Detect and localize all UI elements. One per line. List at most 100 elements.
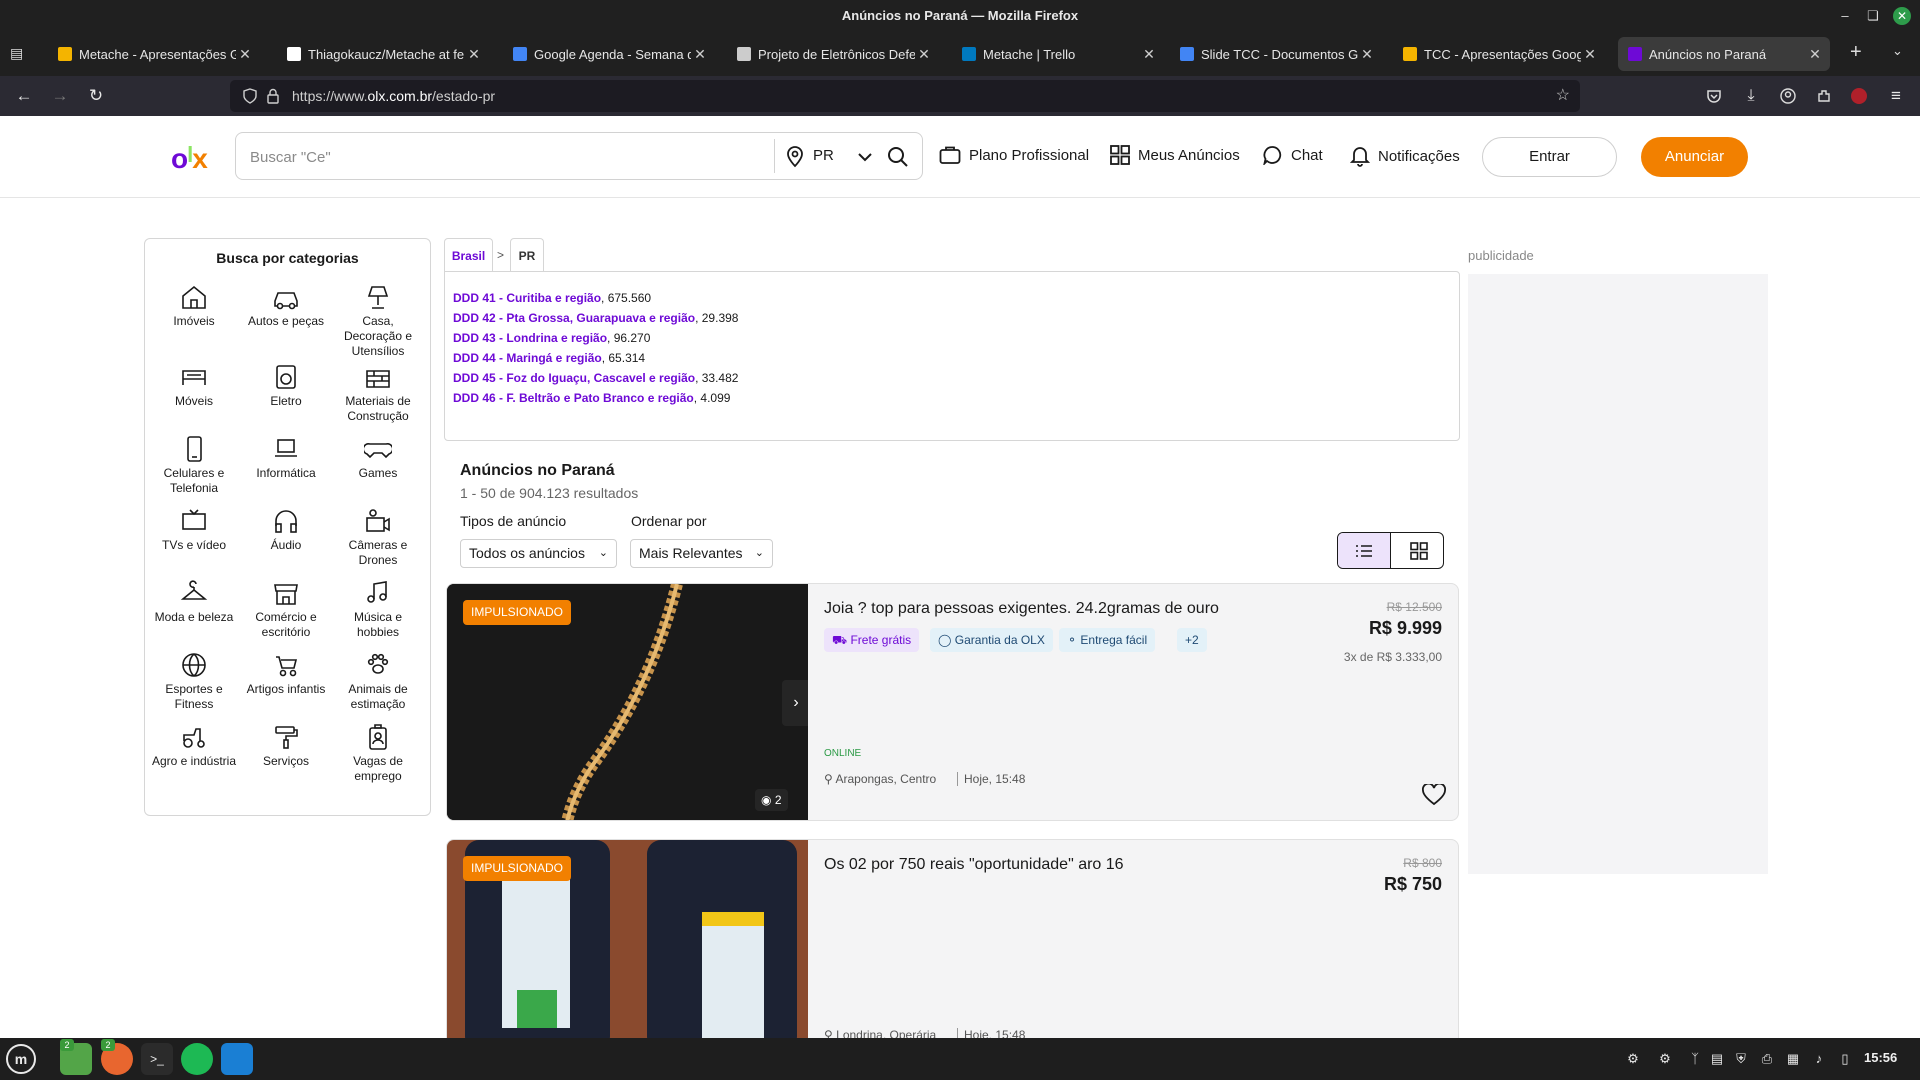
shield-icon[interactable] bbox=[242, 88, 258, 104]
network-icon[interactable]: ▦ bbox=[1784, 1050, 1802, 1068]
terminal-app-icon[interactable]: >_ bbox=[141, 1043, 173, 1075]
location-pin-icon[interactable] bbox=[786, 146, 804, 168]
meus-anuncios-link[interactable]: Meus Anúncios bbox=[1110, 145, 1240, 165]
category-item[interactable]: Imóveis bbox=[148, 283, 240, 329]
tab-1[interactable]: Metache - Apresentações G ✕ bbox=[48, 37, 260, 71]
favorite-heart-icon[interactable] bbox=[1422, 784, 1446, 806]
vscode-app-icon[interactable] bbox=[221, 1043, 253, 1075]
category-item[interactable]: Casa, Decoração e Utensílios bbox=[332, 283, 424, 359]
forward-button[interactable]: → bbox=[46, 82, 74, 110]
category-item[interactable]: Materiais de Construção bbox=[332, 363, 424, 424]
downloads-icon[interactable]: ⤓ bbox=[1737, 82, 1765, 110]
tab-close-icon[interactable]: ✕ bbox=[465, 46, 483, 63]
ordenar-select[interactable]: Mais Relevantes ⌄ bbox=[630, 539, 773, 568]
minimize-button[interactable]: – bbox=[1832, 0, 1858, 32]
category-item[interactable]: Música e hobbies bbox=[332, 579, 424, 640]
tab-7[interactable]: TCC - Apresentações Google ✕ bbox=[1393, 37, 1605, 71]
category-item[interactable]: Autos e peças bbox=[240, 283, 332, 329]
new-tab-button[interactable]: + bbox=[1850, 41, 1862, 64]
tipos-select[interactable]: Todos os anúncios ⌄ bbox=[460, 539, 617, 568]
back-button[interactable]: ← bbox=[10, 82, 38, 110]
tab-overview-icon[interactable]: ▤ bbox=[10, 45, 30, 63]
tab-close-icon[interactable]: ✕ bbox=[691, 46, 709, 63]
list-tabs-icon[interactable]: ⌄ bbox=[1892, 43, 1903, 59]
ddd-link[interactable]: DDD 43 - Londrina e região bbox=[453, 331, 607, 345]
spotify-app-icon[interactable] bbox=[181, 1043, 213, 1075]
tab-close-icon[interactable]: ✕ bbox=[915, 46, 933, 63]
anunciar-button[interactable]: Anunciar bbox=[1641, 137, 1748, 177]
breadcrumb-pr[interactable]: PR bbox=[510, 238, 544, 272]
close-window-button[interactable]: ✕ bbox=[1893, 7, 1911, 25]
notificacoes-link[interactable]: Notificações bbox=[1350, 145, 1460, 167]
steam-tray-icon[interactable]: ⚙ bbox=[1624, 1050, 1642, 1068]
category-item[interactable]: Moda e beleza bbox=[148, 579, 240, 625]
tab-2[interactable]: Thiagokaucz/Metache at fe ✕ bbox=[277, 37, 489, 71]
volume-icon[interactable]: ♪ bbox=[1810, 1050, 1828, 1068]
chat-link[interactable]: Chat bbox=[1263, 145, 1323, 165]
bookmark-star-icon[interactable]: ☆ bbox=[1556, 80, 1570, 112]
ddd-link[interactable]: DDD 45 - Foz do Iguaçu, Cascavel e regiã… bbox=[453, 371, 695, 385]
printer-icon[interactable]: ⎙ bbox=[1758, 1050, 1776, 1068]
shield-tray-icon[interactable]: ⛨ bbox=[1732, 1050, 1750, 1068]
listing-image[interactable]: IMPULSIONADO › ◉ 2 bbox=[447, 584, 808, 820]
plano-profissional-link[interactable]: Plano Profissional bbox=[939, 145, 1089, 165]
search-icon[interactable] bbox=[887, 146, 909, 168]
tab-close-icon[interactable]: ✕ bbox=[236, 46, 254, 63]
olx-logo[interactable]: olx bbox=[171, 142, 208, 175]
category-item[interactable]: Serviços bbox=[240, 723, 332, 769]
extensions-icon[interactable] bbox=[1816, 88, 1832, 104]
category-item[interactable]: Móveis bbox=[148, 363, 240, 409]
extension-badge-icon[interactable] bbox=[1851, 88, 1867, 104]
tab-6[interactable]: Slide TCC - Documentos Goo ✕ bbox=[1170, 37, 1382, 71]
next-photo-button[interactable]: › bbox=[782, 680, 808, 726]
url-text[interactable]: https://www.olx.com.br/estado-pr bbox=[292, 80, 495, 112]
lock-icon[interactable] bbox=[266, 88, 280, 104]
category-item[interactable]: Câmeras e Drones bbox=[332, 507, 424, 568]
listing-title[interactable]: Joia ? top para pessoas exigentes. 24.2g… bbox=[824, 600, 1219, 618]
tab-3[interactable]: Google Agenda - Semana d ✕ bbox=[503, 37, 715, 71]
listing-title[interactable]: Os 02 por 750 reais "oportunidade" aro 1… bbox=[824, 856, 1124, 874]
category-item[interactable]: Games bbox=[332, 435, 424, 481]
url-bar[interactable]: https://www.olx.com.br/estado-pr ☆ bbox=[230, 80, 1580, 112]
category-item[interactable]: Vagas de emprego bbox=[332, 723, 424, 784]
battery-icon[interactable]: ▯ bbox=[1836, 1050, 1854, 1068]
category-item[interactable]: TVs e vídeo bbox=[148, 507, 240, 553]
category-item[interactable]: Comércio e escritório bbox=[240, 579, 332, 640]
category-item[interactable]: Celulares e Telefonia bbox=[148, 435, 240, 496]
listing-card[interactable]: IMPULSIONADO › ◉ 2 Joia ? top para pesso… bbox=[446, 583, 1459, 821]
tab-4[interactable]: Projeto de Eletrônicos Defe ✕ bbox=[727, 37, 939, 71]
tab-close-icon[interactable]: ✕ bbox=[1140, 46, 1158, 63]
ddd-link[interactable]: DDD 46 - F. Beltrão e Pato Branco e regi… bbox=[453, 391, 694, 405]
mint-menu-icon[interactable]: m bbox=[6, 1044, 36, 1074]
category-item[interactable]: Agro e indústria bbox=[148, 723, 240, 769]
menu-icon[interactable]: ≡ bbox=[1882, 82, 1910, 110]
breadcrumb-brasil[interactable]: Brasil bbox=[444, 238, 493, 272]
tab-5[interactable]: Metache | Trello ✕ bbox=[952, 37, 1164, 71]
category-item[interactable]: Animais de estimação bbox=[332, 651, 424, 712]
listing-image[interactable]: IMPULSIONADO bbox=[447, 840, 808, 1038]
reload-button[interactable]: ↻ bbox=[82, 82, 110, 110]
ddd-link[interactable]: DDD 42 - Pta Grossa, Guarapuava e região bbox=[453, 311, 695, 325]
bluetooth-icon[interactable]: ᛉ bbox=[1686, 1050, 1704, 1068]
category-item[interactable]: Artigos infantis bbox=[240, 651, 332, 697]
category-item[interactable]: Informática bbox=[240, 435, 332, 481]
pocket-icon[interactable] bbox=[1706, 88, 1722, 104]
listing-card[interactable]: IMPULSIONADO Os 02 por 750 reais "oportu… bbox=[446, 839, 1459, 1038]
category-item[interactable]: Eletro bbox=[240, 363, 332, 409]
account-icon[interactable] bbox=[1780, 88, 1796, 104]
maximize-button[interactable]: ❏ bbox=[1860, 0, 1886, 32]
category-item[interactable]: Esportes e Fitness bbox=[148, 651, 240, 712]
clipboard-icon[interactable]: ▤ bbox=[1708, 1050, 1726, 1068]
tab-close-icon[interactable]: ✕ bbox=[1806, 46, 1824, 63]
search-input[interactable] bbox=[250, 145, 780, 169]
steam-2-tray-icon[interactable]: ⚙ bbox=[1656, 1050, 1674, 1068]
region-selector[interactable]: PR bbox=[813, 147, 834, 164]
list-view-button[interactable] bbox=[1338, 533, 1391, 568]
ddd-link[interactable]: DDD 44 - Maringá e região bbox=[453, 351, 602, 365]
grid-view-button[interactable] bbox=[1392, 533, 1443, 568]
entrar-button[interactable]: Entrar bbox=[1482, 137, 1617, 177]
ddd-link[interactable]: DDD 41 - Curitiba e região bbox=[453, 291, 601, 305]
tab-close-icon[interactable]: ✕ bbox=[1358, 46, 1376, 63]
tab-8[interactable]: Anúncios no Paraná ✕ bbox=[1618, 37, 1830, 71]
chevron-down-icon[interactable] bbox=[858, 152, 872, 162]
